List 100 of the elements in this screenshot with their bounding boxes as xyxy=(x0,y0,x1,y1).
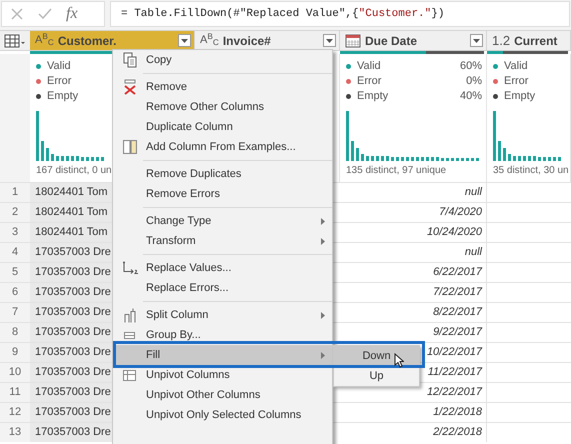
row-number: 10 xyxy=(0,363,30,382)
table-cell: 1/22/2018 xyxy=(340,403,487,422)
column-title: Due Date xyxy=(365,32,418,50)
formula-field[interactable]: = Table.FillDown(#"Replaced Value",{"Customer."}) xyxy=(110,1,570,27)
menu-label: Unpivot Other Columns xyxy=(146,388,262,403)
dropdown-button[interactable] xyxy=(178,34,191,47)
check-icon[interactable] xyxy=(38,7,52,21)
table-cell: 8/22/2017 xyxy=(340,303,487,322)
legend-label: Error xyxy=(504,74,528,90)
menu-item[interactable]: Down xyxy=(334,346,419,366)
remove-icon xyxy=(124,79,136,95)
menu-item[interactable]: Remove Errors xyxy=(113,184,332,204)
table-cell: null xyxy=(340,243,487,262)
row-number: 4 xyxy=(0,243,30,262)
menu-item[interactable]: Replace Values... xyxy=(113,258,332,278)
row-number: 3 xyxy=(0,223,30,242)
menu-item[interactable]: Add Column From Examples... xyxy=(113,137,332,157)
table-cell: 9/22/2017 xyxy=(340,323,487,342)
table-cell: 170357003 Dre xyxy=(30,383,112,402)
legend-value: 40% xyxy=(460,89,482,104)
legend-label: Valid xyxy=(47,59,71,74)
menu-label: Change Type xyxy=(146,214,212,229)
column-title: Customer. xyxy=(58,32,118,50)
menu-label: Unpivot Only Selected Columns xyxy=(146,408,302,423)
dropdown-button[interactable] xyxy=(323,34,336,47)
table-cell: 170357003 Dre xyxy=(30,423,112,442)
table-cell: 6/22/2017 xyxy=(340,263,487,282)
group-by-icon xyxy=(124,332,135,338)
legend-label: Empty xyxy=(504,89,536,104)
unpivot-icon xyxy=(123,370,136,380)
table-cell: 170357003 Dre xyxy=(30,303,112,322)
menu-item[interactable]: Copy xyxy=(113,50,332,70)
legend-label: Valid xyxy=(504,59,528,74)
distinct-count: 167 distinct, 0 un xyxy=(36,165,112,177)
row-number: 12 xyxy=(0,403,30,422)
row-number: 5 xyxy=(0,263,30,282)
row-number: 11 xyxy=(0,383,30,402)
row-number: 13 xyxy=(0,423,30,442)
table-cell: 18024401 Tom xyxy=(30,223,112,242)
row-number: 8 xyxy=(0,323,30,342)
fx-button[interactable]: fx xyxy=(66,2,78,26)
distinct-count: 135 distinct, 97 unique xyxy=(346,165,446,177)
copy-icon xyxy=(122,52,136,68)
histogram-drawing xyxy=(36,109,104,161)
menu-item[interactable]: Unpivot Only Selected Columns xyxy=(113,405,332,425)
menu-label: Copy xyxy=(146,52,173,68)
column-title: Current xyxy=(514,32,558,50)
caret-icon xyxy=(473,38,480,42)
menu-label: Remove xyxy=(146,80,188,95)
legend-label: Empty xyxy=(47,89,78,104)
menu-item[interactable]: Transform xyxy=(113,231,332,251)
legend-label: Error xyxy=(357,74,382,90)
menu-label: Fill xyxy=(146,348,162,363)
legend-label: Valid xyxy=(357,59,381,74)
menu-item[interactable]: Unpivot Other Columns xyxy=(113,385,332,405)
table-cell: 7/4/2020 xyxy=(340,203,487,222)
histogram-drawing xyxy=(493,109,561,161)
dropdown-button[interactable] xyxy=(470,34,483,47)
table-cell: 170357003 Dre xyxy=(30,403,112,422)
menu-label: Duplicate Column xyxy=(146,120,234,135)
menu-item[interactable]: Split Column xyxy=(113,305,332,325)
table-cell: 18024401 Tom xyxy=(30,203,112,222)
table-cell: 170357003 Dre xyxy=(30,343,112,362)
column-title: Invoice# xyxy=(222,32,272,50)
type-icon: 1.2 xyxy=(492,30,510,50)
calendar-icon xyxy=(345,34,361,48)
row-number: 9 xyxy=(0,343,30,362)
row-number: 2 xyxy=(0,203,30,222)
caret-icon xyxy=(326,38,333,42)
caret-icon xyxy=(181,38,188,42)
table-cell: null xyxy=(340,183,487,202)
table-cell: 7/22/2017 xyxy=(340,283,487,302)
row-number: 1 xyxy=(0,183,30,202)
menu-label: Add Column From Examples... xyxy=(146,140,297,155)
menu-item[interactable]: Remove xyxy=(113,77,332,97)
menu-label: Group By... xyxy=(146,328,202,343)
menu-item[interactable]: Change Type xyxy=(113,211,332,231)
menu-item[interactable]: Remove Duplicates xyxy=(113,164,332,184)
menu-item[interactable]: Fill xyxy=(113,345,332,365)
table-cell: 2/22/2018 xyxy=(340,423,487,442)
menu-item[interactable]: Duplicate Column xyxy=(113,117,332,137)
table-cell: 18024401 Tom xyxy=(30,183,112,202)
table-cell: 170357003 Dre xyxy=(30,243,112,262)
table-cell: 170357003 Dre xyxy=(30,263,112,282)
legend-label: Empty xyxy=(357,89,388,104)
menu-item[interactable]: Group By... xyxy=(113,325,332,345)
pointer-icon xyxy=(394,353,404,368)
table-cell: 170357003 Dre xyxy=(30,283,112,302)
menu-label: Remove Other Columns xyxy=(146,100,265,115)
add-column-icon xyxy=(122,140,136,154)
menu-item[interactable]: Unpivot Columns xyxy=(113,365,332,385)
menu-label: Transform xyxy=(146,234,197,249)
menu-item[interactable]: Remove Other Columns xyxy=(113,97,332,117)
row-number: 7 xyxy=(0,303,30,322)
table-cell: 170357003 Dre xyxy=(30,363,112,382)
menu-label: Split Column xyxy=(146,308,210,323)
split-column-icon xyxy=(124,308,136,322)
menu-label: Remove Duplicates xyxy=(146,166,242,182)
distinct-count: 35 distinct, 30 un xyxy=(493,165,569,177)
menu-item[interactable]: Replace Errors... xyxy=(113,278,332,298)
